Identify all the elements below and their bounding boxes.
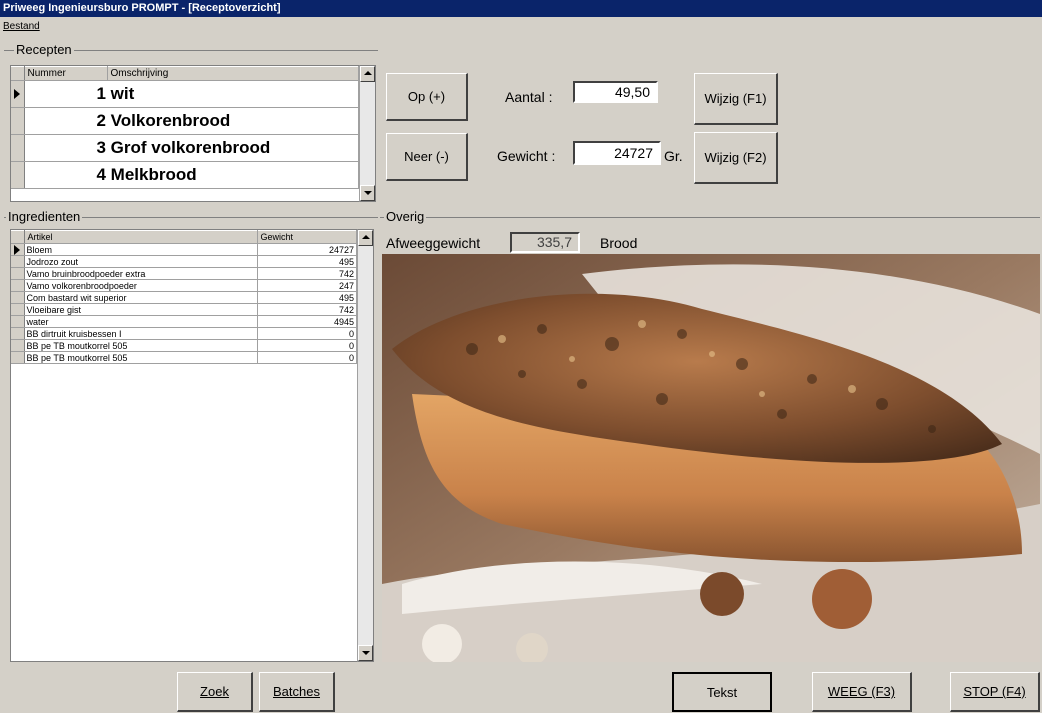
- row-indicator[interactable]: [11, 80, 25, 108]
- scroll-down-button[interactable]: [360, 185, 375, 201]
- recept-row-label: 1 wit: [24, 80, 359, 108]
- gewicht-field[interactable]: 24727: [573, 141, 661, 165]
- zoek-button[interactable]: Zoek: [177, 672, 253, 712]
- tekst-button[interactable]: Tekst: [672, 672, 772, 712]
- ingredient-gewicht: 24727: [257, 243, 357, 256]
- row-indicator[interactable]: [11, 134, 25, 162]
- row-indicator[interactable]: [11, 161, 25, 189]
- row-indicator[interactable]: [11, 255, 25, 268]
- ingredient-row[interactable]: BB pe TB moutkorrel 505 0: [11, 339, 357, 352]
- row-indicator[interactable]: [11, 351, 25, 364]
- row-indicator[interactable]: [11, 315, 25, 328]
- recept-row[interactable]: 4 Melkbrood: [11, 161, 359, 189]
- scroll-down-button[interactable]: [358, 645, 373, 661]
- ingredient-row[interactable]: Vamo bruinbroodpoeder extra 742: [11, 267, 357, 280]
- gewicht-label: Gewicht :: [497, 148, 556, 164]
- weeg-label: WEEG (F3): [827, 684, 896, 699]
- ingredient-row[interactable]: BB dirtruit kruisbessen I0: [11, 327, 357, 340]
- ingredient-row[interactable]: Jodrozo zout 495: [11, 255, 357, 268]
- gewicht-unit: Gr.: [664, 148, 683, 164]
- ingredient-artikel: Vamo bruinbroodpoeder extra: [24, 267, 258, 280]
- afweeggewicht-field: 335,7: [510, 232, 580, 253]
- ingredient-artikel: Bloem: [24, 243, 258, 256]
- recept-row[interactable]: 3 Grof volkorenbrood: [11, 134, 359, 162]
- recepten-group-label: Recepten: [14, 42, 74, 57]
- ingredient-artikel: BB pe TB moutkorrel 505: [24, 351, 258, 364]
- ingredient-artikel: Vloeibare gist: [24, 303, 258, 316]
- ingredienten-group-label: Ingredienten: [6, 209, 83, 224]
- grid-corner: [11, 230, 25, 244]
- overig-group-label: Overig: [384, 209, 427, 224]
- afweeggewicht-label: Afweeggewicht: [386, 235, 481, 251]
- row-indicator[interactable]: [11, 327, 25, 340]
- ingredient-row[interactable]: Vamo volkorenbroodpoeder 247: [11, 279, 357, 292]
- ingredient-gewicht: 0: [257, 339, 357, 352]
- stop-button[interactable]: STOP (F4): [950, 672, 1040, 712]
- ingredient-gewicht: 0: [257, 327, 357, 340]
- wijzig-f2-button[interactable]: Wijzig (F2): [694, 132, 778, 184]
- scroll-up-button[interactable]: [360, 66, 375, 82]
- window-title: Priweeg Ingenieursburo PROMPT - [Recepto…: [0, 0, 1042, 17]
- ingredient-gewicht: 4945: [257, 315, 357, 328]
- col-gewicht[interactable]: Gewicht: [257, 230, 357, 244]
- ingredient-gewicht: 742: [257, 303, 357, 316]
- recepten-grid[interactable]: Nummer Omschrijving 1 wit 2 Volkorenbrood…: [10, 65, 359, 202]
- col-omschrijving[interactable]: Omschrijving: [107, 66, 359, 81]
- scroll-up-button[interactable]: [358, 230, 373, 246]
- ingredient-gewicht: 495: [257, 255, 357, 268]
- row-indicator[interactable]: [11, 267, 25, 280]
- recepten-scrollbar[interactable]: [359, 65, 376, 202]
- ingredient-artikel: BB pe TB moutkorrel 505: [24, 339, 258, 352]
- ingredient-artikel: BB dirtruit kruisbessen I: [24, 327, 258, 340]
- ingredient-row[interactable]: Com bastard wit superior 495: [11, 291, 357, 304]
- ingredient-row[interactable]: BB pe TB moutkorrel 505 0: [11, 351, 357, 364]
- batches-button[interactable]: Batches: [259, 672, 335, 712]
- menu-bar: Bestand: [0, 17, 1042, 37]
- row-indicator[interactable]: [11, 279, 25, 292]
- ingredient-gewicht: 0: [257, 351, 357, 364]
- recept-row[interactable]: 1 wit: [11, 80, 359, 108]
- ingredient-artikel: Jodrozo zout: [24, 255, 258, 268]
- col-nummer[interactable]: Nummer: [24, 66, 108, 81]
- zoek-label: Zoek: [200, 684, 229, 699]
- ingredient-artikel: Vamo volkorenbroodpoeder: [24, 279, 258, 292]
- row-indicator[interactable]: [11, 291, 25, 304]
- row-indicator[interactable]: [11, 243, 25, 256]
- ingredient-gewicht: 742: [257, 267, 357, 280]
- recept-row-label: 2 Volkorenbrood: [24, 107, 359, 135]
- ingredient-gewicht: 247: [257, 279, 357, 292]
- aantal-label: Aantal :: [505, 89, 553, 105]
- grid-corner: [11, 66, 25, 81]
- ingredient-row[interactable]: Vloeibare gist 742: [11, 303, 357, 316]
- ingredient-row[interactable]: Bloem 24727: [11, 243, 357, 256]
- col-artikel[interactable]: Artikel: [24, 230, 258, 244]
- bread-illustration: [382, 254, 1040, 662]
- ingredienten-scrollbar[interactable]: [357, 229, 374, 662]
- ingredient-artikel: water: [24, 315, 258, 328]
- row-indicator[interactable]: [11, 339, 25, 352]
- batches-label: Batches: [273, 684, 320, 699]
- product-type-label: Brood: [600, 235, 638, 251]
- weeg-button[interactable]: WEEG (F3): [812, 672, 912, 712]
- ingredient-gewicht: 495: [257, 291, 357, 304]
- recept-row-label: 3 Grof volkorenbrood: [24, 134, 359, 162]
- wijzig-f1-button[interactable]: Wijzig (F1): [694, 73, 778, 125]
- ingredient-row[interactable]: water 4945: [11, 315, 357, 328]
- bread-photo: [382, 254, 1040, 662]
- ingredienten-grid[interactable]: Artikel Gewicht Bloem 24727 Jodrozo zout 49…: [10, 229, 357, 662]
- aantal-field[interactable]: 49,50: [573, 81, 658, 103]
- row-indicator[interactable]: [11, 107, 25, 135]
- ingredient-artikel: Com bastard wit superior: [24, 291, 258, 304]
- stop-label: STOP (F4): [963, 684, 1026, 699]
- op-button[interactable]: Op (+): [386, 73, 468, 121]
- menu-bestand[interactable]: Bestand: [3, 21, 40, 32]
- current-row-arrow-icon: [14, 244, 20, 255]
- current-row-arrow-icon: [14, 89, 20, 99]
- recept-row[interactable]: 2 Volkorenbrood: [11, 107, 359, 135]
- neer-button[interactable]: Neer (-): [386, 133, 468, 181]
- row-indicator[interactable]: [11, 303, 25, 316]
- recept-row-label: 4 Melkbrood: [24, 161, 359, 189]
